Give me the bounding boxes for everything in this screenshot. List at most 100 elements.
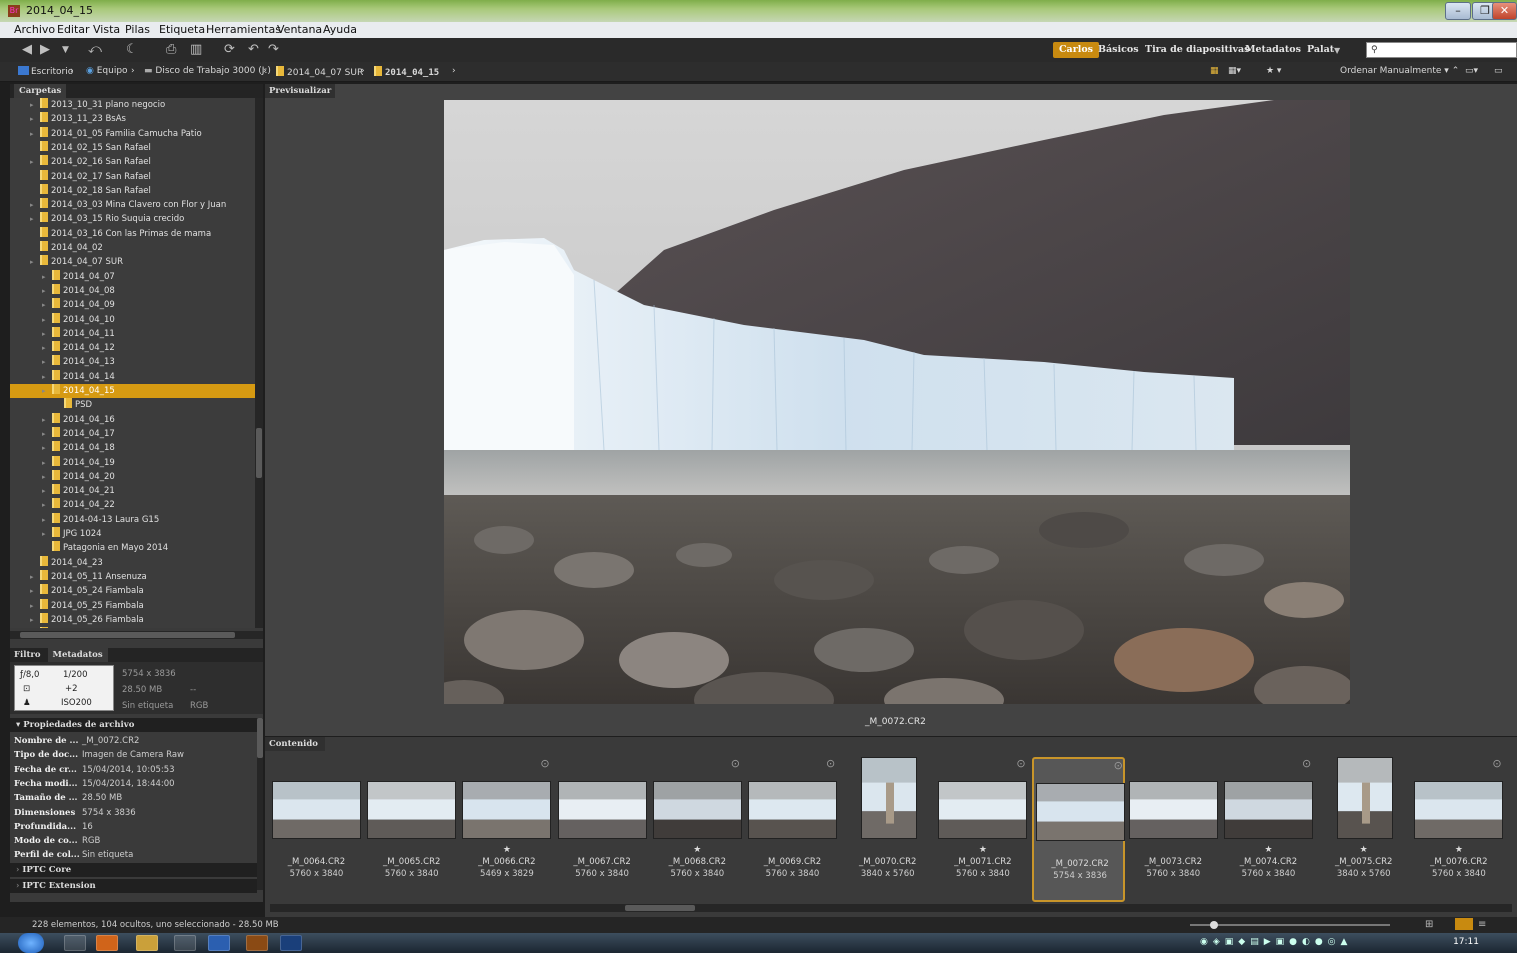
thumbnail-size-slider[interactable] [1190,921,1390,929]
folder-row[interactable]: 2014_04_23 [10,555,255,570]
folder-row[interactable]: ▸ 2014_05_24 Fiambala [10,584,255,598]
iptc-core-header[interactable]: › IPTC Core [10,863,257,877]
menu-ayuda[interactable]: Ayuda [323,23,357,36]
rating-star-icon[interactable]: ★ [936,845,1029,855]
folder-row[interactable]: 2014_02_17 San Rafael [10,169,255,184]
breadcrumb-disco[interactable]: ▬ Disco de Trabajo 3000 (J:) [144,66,271,76]
tab-contenido[interactable]: Contenido [265,737,325,751]
folder-row[interactable]: ▸ 2014_04_09 [10,298,255,312]
minimize-button[interactable]: – [1445,2,1471,20]
expand-arrow-icon[interactable]: ▸ [30,584,40,598]
expand-arrow-icon[interactable]: ▸ [30,570,40,584]
folder-row[interactable]: ▸ 2014_04_20 [10,469,255,484]
folder-row[interactable]: ▸ 2014_04_12 [10,341,255,355]
thumbnail-view-icon[interactable] [1455,918,1473,930]
expand-arrow-icon[interactable]: ▸ [42,327,52,341]
refine-icon[interactable]: ▥ [190,42,202,57]
taskbar-firefox[interactable] [96,935,118,951]
folder-row[interactable]: ▸ 2013_10_31 plano negocio [10,98,255,112]
thumbnail-74[interactable]: ⊙ ★ _M_0074.CR2 5760 x 3840 [1222,757,1315,902]
folder-row[interactable]: ▸ 2014_04_17 [10,426,255,441]
thumbnail-71[interactable]: ⊙ ★ _M_0071.CR2 5760 x 3840 [936,757,1029,902]
rating-star-icon[interactable]: ★ [651,845,744,855]
thumbnail-76[interactable]: ⊙ ★ _M_0076.CR2 5760 x 3840 [1412,757,1505,902]
close-button[interactable]: ✕ [1492,2,1517,20]
taskbar-bridge[interactable] [246,935,268,951]
menu-herramientas[interactable]: Herramientas [206,23,281,36]
menu-etiqueta[interactable]: Etiqueta [159,23,205,36]
folder-scrollbar-thumb[interactable] [256,428,262,478]
menu-pilas[interactable]: Pilas [125,23,150,36]
folder-scrollbar[interactable] [255,98,263,628]
tab-previsualizar[interactable]: Previsualizar [265,84,335,98]
expand-arrow-icon[interactable]: ▸ [42,355,52,369]
thumbnail-69[interactable]: ⊙ _M_0069.CR2 5760 x 3840 [746,757,839,902]
folder-row[interactable]: ▸ 2014_04_14 [10,369,255,384]
expand-arrow-icon[interactable]: ▸ [30,155,40,169]
start-button[interactable] [18,933,44,953]
thumbnail-72[interactable]: ⊙ _M_0072.CR2 5754 x 3836 [1031,757,1125,902]
thumbnail-66[interactable]: ⊙ ★ _M_0066.CR2 5469 x 3829 [460,757,553,902]
expand-arrow-icon[interactable]: ▸ [30,212,40,226]
menu-editar[interactable]: Editar [57,23,90,36]
folder-row[interactable]: 2014_02_15 San Rafael [10,140,255,155]
tab-metadatos[interactable]: Metadatos [47,648,108,662]
folder-row[interactable]: ▸ 2014_01_05 Familia Camucha Patio [10,126,255,141]
expand-arrow-icon[interactable]: ▸ [30,255,40,269]
folder-row[interactable]: ▸ 2014_04_21 [10,484,255,498]
taskbar-word[interactable] [208,935,230,951]
folder-row[interactable]: ▸ 2014_04_22 [10,498,255,512]
grid-view-icon[interactable]: ⊞ [1425,919,1433,930]
folder-row[interactable]: ▸ 2014_04_11 [10,326,255,341]
folder-row[interactable]: 2014_04_02 [10,241,255,255]
rating-filter-icon[interactable]: ★ ▾ [1266,66,1281,76]
folder-row[interactable]: ▸ 2014_04_15 [10,384,255,399]
expand-arrow-icon[interactable]: ▸ [42,313,52,327]
expand-arrow-icon[interactable]: ▸ [30,198,40,212]
expand-arrow-icon[interactable]: ▸ [30,627,40,628]
folder-row[interactable]: ▸ 2014_04_19 [10,455,255,470]
folder-row[interactable]: ▸ 2014_04_10 [10,312,255,327]
folder-row[interactable]: ▸ 2014_02_16 San Rafael [10,155,255,169]
breadcrumb-escritorio[interactable]: Escritorio [18,66,73,77]
view-options-icon[interactable]: ▦▾ [1228,66,1241,76]
folder-row[interactable]: ▸ 2014-04-13 Laura G15 [10,512,255,527]
rating-star-icon[interactable]: ★ [1222,845,1315,855]
thumbnail-size-handle[interactable] [1210,921,1218,929]
expand-arrow-icon[interactable]: ▸ [42,456,52,470]
expand-arrow-icon[interactable]: ▸ [42,413,52,427]
folder-row[interactable]: ▸ 2014_04_08 [10,283,255,298]
expand-arrow-icon[interactable]: ▸ [42,441,52,455]
folder-row[interactable]: ▸ 2014_05_26 Fiambala [10,612,255,627]
expand-arrow-icon[interactable]: ▸ [42,370,52,384]
new-folder-icon[interactable]: ▭ [1494,66,1503,76]
expand-arrow-icon[interactable]: ▸ [42,284,52,298]
breadcrumb-current[interactable]: 2014_04_15 [374,66,439,78]
expand-arrow-icon[interactable]: ▸ [42,341,52,355]
reveal-recent-icon[interactable]: ☾ [126,42,138,57]
expand-arrow-icon[interactable]: ▸ [30,127,40,141]
menu-ventana[interactable]: Ventana [277,23,322,36]
expand-arrow-icon[interactable]: ▸ [30,599,40,613]
expand-arrow-icon[interactable]: ▸ [42,498,52,512]
expand-arrow-icon[interactable]: ▸ [42,513,52,527]
preview-image[interactable] [444,100,1350,704]
folder-row[interactable]: ▸ 2013_11_23 BsAs [10,112,255,126]
folder-row[interactable]: ▸ 2014_03_15 Rio Suquia crecido [10,212,255,226]
thumbnail-64[interactable]: _M_0064.CR2 5760 x 3840 [270,757,363,902]
search-input[interactable]: ⚲ [1366,42,1517,58]
folder-row[interactable]: ▸ 2014_04_18 [10,441,255,455]
folder-hscrollbar-thumb[interactable] [20,632,235,638]
folder-row[interactable]: ▸ 2014_04_16 [10,412,255,427]
folder-row[interactable]: ▸ 2014_04_07 [10,269,255,284]
boomerang-icon[interactable]: ⤺ [88,42,102,57]
metadata-scrollbar[interactable] [257,718,263,890]
system-tray-icons[interactable]: ◉◈▣◆▤▶▣●◐●◎▲ [1200,937,1352,947]
quality-icon[interactable]: ▦ [1210,66,1219,76]
folder-row[interactable]: ▸2014_05_26 G15 [10,627,255,628]
expand-arrow-icon[interactable]: ▸ [42,427,52,441]
folder-hscrollbar[interactable] [10,631,263,639]
iptc-extension-header[interactable]: › IPTC Extension [10,879,257,893]
expand-arrow-icon[interactable]: ▸ [42,270,52,284]
list-view-icon[interactable]: ≡ [1478,919,1486,930]
